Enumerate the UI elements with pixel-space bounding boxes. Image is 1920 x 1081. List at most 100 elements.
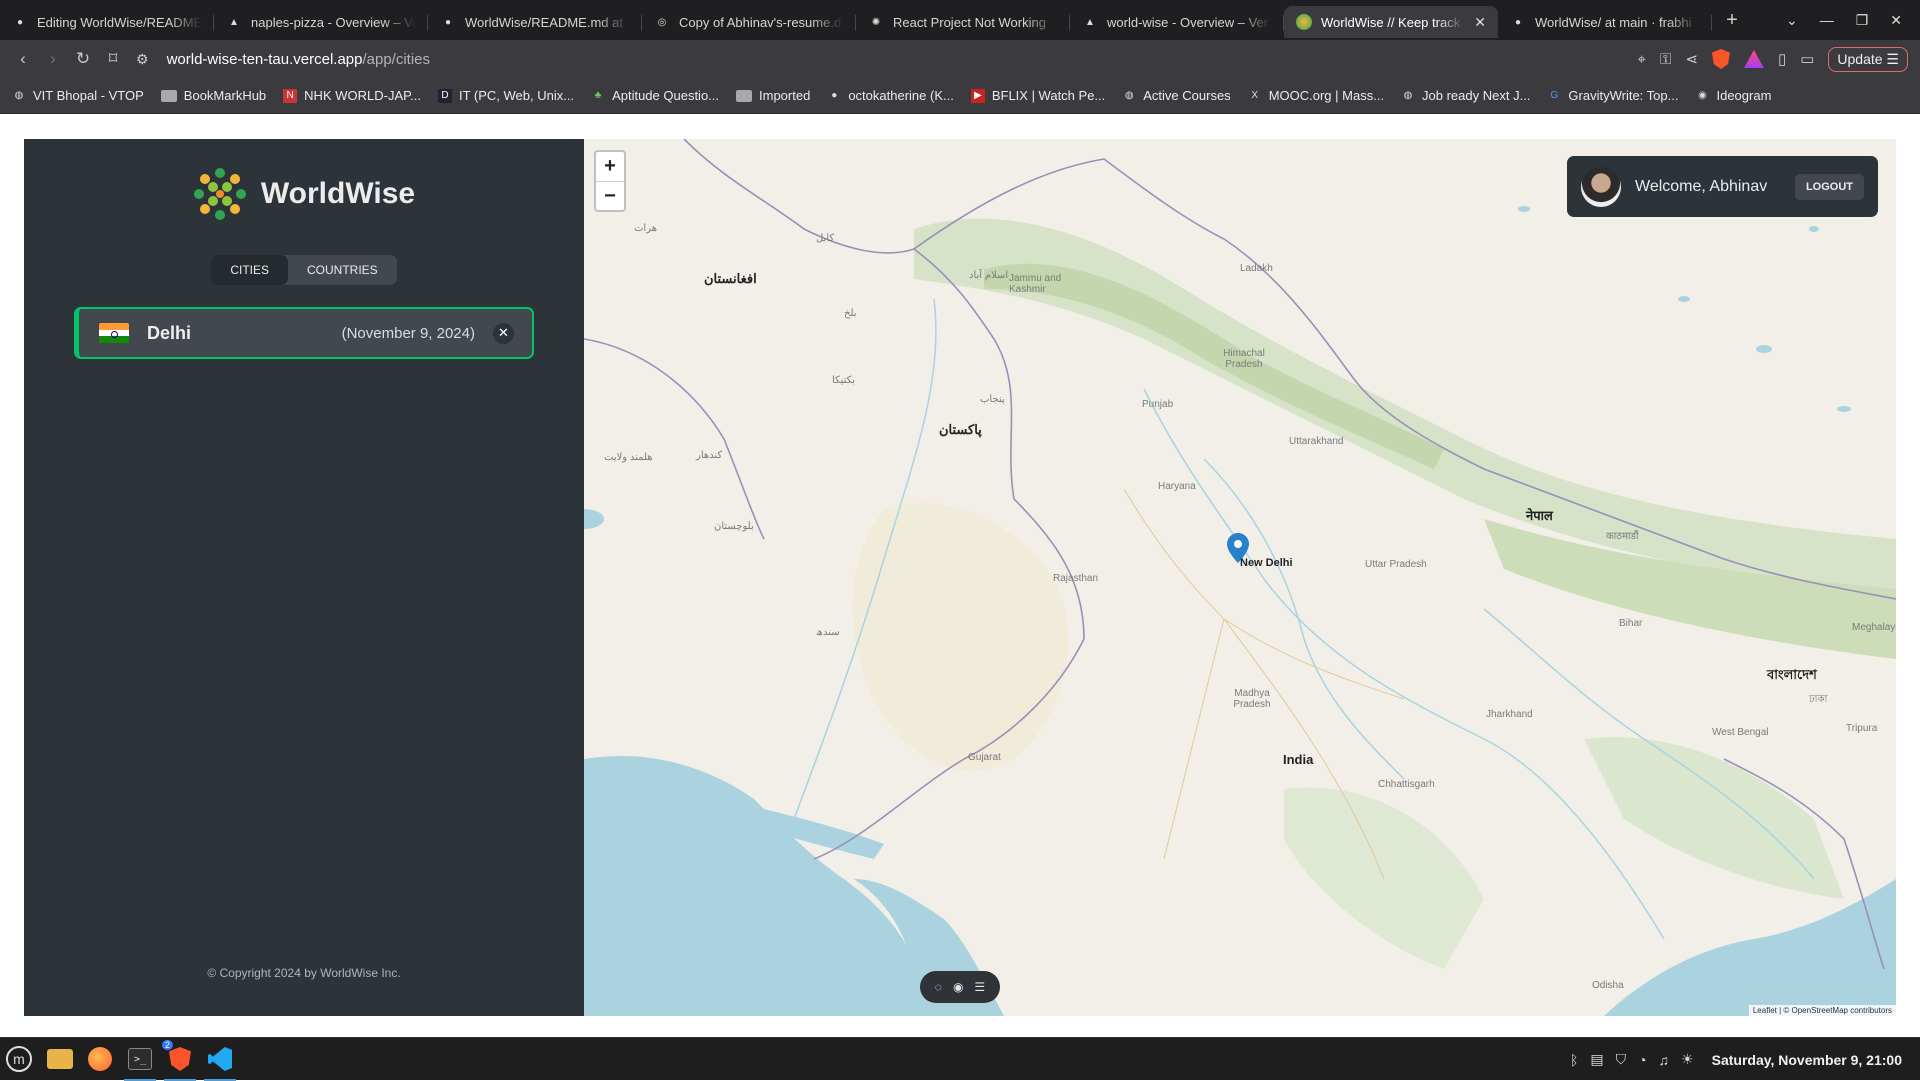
location-icon[interactable]: ⌖ — [1637, 51, 1645, 68]
sidebar-icon[interactable]: ▯ — [1778, 50, 1786, 68]
browser-toolbar: ‹ › ↻ ⌑ ⚙ world-wise-ten-tau.vercel.app /… — [0, 40, 1920, 78]
brave-icon[interactable]: 2 — [160, 1038, 200, 1081]
bookmark[interactable]: ♣ Aptitude Questio... — [591, 88, 719, 103]
restore-icon[interactable]: ❐ — [1856, 12, 1869, 29]
map-label: Uttarakhand — [1289, 436, 1344, 447]
vercel-icon: ▲ — [1085, 16, 1095, 28]
map-label: بلوچستان — [714, 521, 754, 532]
browser-tab-active[interactable]: WorldWise // Keep track ✕ — [1284, 6, 1498, 38]
bookmark[interactable]: N NHK WORLD-JAP... — [283, 88, 421, 103]
map-label: Himachal Pradesh — [1223, 348, 1265, 370]
eye-icon[interactable]: ◉ — [953, 980, 963, 994]
map-label: বাংলাদেশ — [1767, 667, 1817, 682]
city-item[interactable]: Delhi (November 9, 2024) ✕ — [74, 307, 534, 359]
browser-tab[interactable]: ▲ world-wise - Overview – Ver — [1070, 6, 1284, 38]
minimize-icon[interactable]: — — [1820, 12, 1834, 28]
bookmark[interactable]: D IT (PC, Web, Unix... — [437, 88, 574, 103]
map-attribution[interactable]: Leaflet | © OpenStreetMap contributors — [1748, 1005, 1896, 1016]
zoom-in-button[interactable]: + — [596, 152, 624, 181]
bookmark-icon[interactable]: ⌑ — [98, 49, 128, 69]
bookmark[interactable]: G GravityWrite: Top... — [1547, 88, 1679, 103]
bookmark[interactable]: ◍ VIT Bhopal - VTOP — [12, 88, 144, 103]
bookmark[interactable]: ▶ BFLIX | Watch Pe... — [970, 88, 1105, 103]
x-icon: X — [1251, 90, 1259, 101]
share-icon[interactable]: ⋖ — [1685, 50, 1698, 68]
g-icon: G — [1550, 90, 1559, 101]
tab-cities[interactable]: Cities — [211, 255, 288, 285]
tab-countries[interactable]: Countries — [288, 255, 397, 285]
clipboard-icon[interactable]: ▤ — [1590, 1051, 1603, 1068]
browser-tab[interactable]: ✺ React Project Not Working — [856, 6, 1070, 38]
map-label: काठमाडौं — [1606, 531, 1639, 542]
bookmark[interactable]: X MOOC.org | Mass... — [1248, 88, 1384, 103]
update-button[interactable]: Update ☰ — [1828, 46, 1908, 72]
bookmark[interactable]: ◍ Active Courses — [1122, 88, 1231, 103]
firefox-icon[interactable] — [80, 1038, 120, 1081]
bookmark-folder[interactable]: Imported — [736, 88, 810, 103]
browser-tab[interactable]: ● WorldWise/README.md at — [428, 6, 642, 38]
key-icon[interactable]: ⚿ — [1660, 51, 1671, 68]
logo[interactable]: WorldWise — [193, 167, 415, 221]
start-menu-icon[interactable]: m — [6, 1046, 32, 1072]
bookmark[interactable]: ● octokatherine (K... — [827, 88, 954, 103]
toolbar-actions: ⌖ ⚿ ⋖ ▯ ▭ Update ☰ — [1637, 44, 1908, 74]
map-label: Rajasthan — [1053, 573, 1099, 584]
tab-search-icon[interactable]: ⌄ — [1786, 12, 1798, 29]
bluetooth-icon[interactable]: ᛒ — [1570, 1052, 1578, 1068]
zoom-out-button[interactable]: − — [596, 181, 624, 210]
wallet-icon[interactable]: ▭ — [1800, 50, 1814, 68]
shield-icon[interactable]: ⛉ — [1616, 1051, 1627, 1068]
back-icon[interactable]: ‹ — [8, 49, 38, 69]
map-label: Odisha — [1592, 980, 1624, 991]
map-label: کابل — [816, 233, 835, 244]
clock[interactable]: Saturday, November 9, 21:00 — [1712, 1052, 1902, 1068]
map-label: بلخ — [844, 308, 857, 319]
map-label: پاکستان — [939, 422, 982, 437]
terminal-icon[interactable]: >_ — [120, 1038, 160, 1081]
address-bar[interactable]: ⚙ world-wise-ten-tau.vercel.app/app/citi… — [136, 44, 1596, 74]
forward-icon[interactable]: › — [38, 49, 68, 69]
menu-icon[interactable]: ☰ — [974, 980, 985, 994]
browser-tab-strip: ● Editing WorldWise/README ▲ naples-pizza … — [0, 0, 1920, 40]
network-icon[interactable]: ◔ — [1638, 1052, 1646, 1068]
github-icon: ● — [16, 16, 24, 28]
delete-city-button[interactable]: ✕ — [493, 322, 514, 344]
document-icon: ◎ — [657, 16, 667, 28]
map-label: Jammu and Kashmir — [1009, 273, 1062, 295]
avatar — [1581, 166, 1621, 207]
brave-rewards-icon[interactable] — [1743, 50, 1764, 68]
worldwise-app: WorldWise Cities Countries Delhi (Novemb… — [0, 115, 1920, 1037]
volume-icon[interactable]: ♫ — [1659, 1052, 1670, 1068]
browser-tab[interactable]: ▲ naples-pizza - Overview – Ve — [214, 6, 428, 38]
cities-countries-switch: Cities Countries — [211, 255, 397, 285]
map-label: هلمند ولایت — [604, 452, 653, 463]
bookmark[interactable]: ◉ Ideogram — [1695, 88, 1771, 103]
reload-icon[interactable]: ↻ — [68, 49, 98, 69]
logout-button[interactable]: Logout — [1794, 173, 1864, 200]
chat-icon[interactable]: ◌ — [935, 980, 942, 994]
brave-shields-icon[interactable] — [1711, 49, 1730, 69]
copyright: © Copyright 2024 by WorldWise Inc. — [207, 966, 401, 980]
close-window-icon[interactable]: ✕ — [1890, 12, 1902, 29]
browser-tab[interactable]: ● Editing WorldWise/README — [0, 6, 214, 38]
bookmark[interactable]: ◍ Job ready Next J... — [1401, 88, 1531, 103]
new-tab-button[interactable]: + — [1716, 4, 1748, 36]
map-label: Gujarat — [968, 752, 1001, 763]
globe-icon: ◍ — [1124, 90, 1134, 101]
brightness-icon[interactable]: ☀ — [1681, 1051, 1694, 1068]
map-label: سندھ — [816, 627, 840, 638]
map[interactable]: افغانستان کابل اسلام آباد Jammu and Kash… — [584, 139, 1896, 1016]
browser-tab[interactable]: ● WorldWise/ at main · frabhi — [1498, 6, 1712, 38]
system-tray: ᛒ ▤ ⛉ ◔ ♫ ☀ Saturday, November 9, 21:00 — [1570, 1038, 1902, 1081]
marker-label: New Delhi — [1240, 557, 1293, 569]
files-icon[interactable] — [40, 1038, 80, 1081]
vscode-icon[interactable] — [200, 1038, 240, 1081]
india-flag-icon — [99, 323, 129, 343]
site-info-icon[interactable]: ⚙ — [136, 51, 149, 68]
bookmarks-bar: ◍ VIT Bhopal - VTOP BookMarkHub N NHK WORL… — [0, 78, 1920, 114]
close-tab-icon[interactable]: ✕ — [1474, 14, 1486, 31]
city-date: (November 9, 2024) — [341, 324, 475, 342]
bookmark-folder[interactable]: BookMarkHub — [160, 88, 266, 103]
browser-tab[interactable]: ◎ Copy of Abhinav's-resume.d — [642, 6, 856, 38]
map-label: Uttar Pradesh — [1365, 559, 1427, 570]
